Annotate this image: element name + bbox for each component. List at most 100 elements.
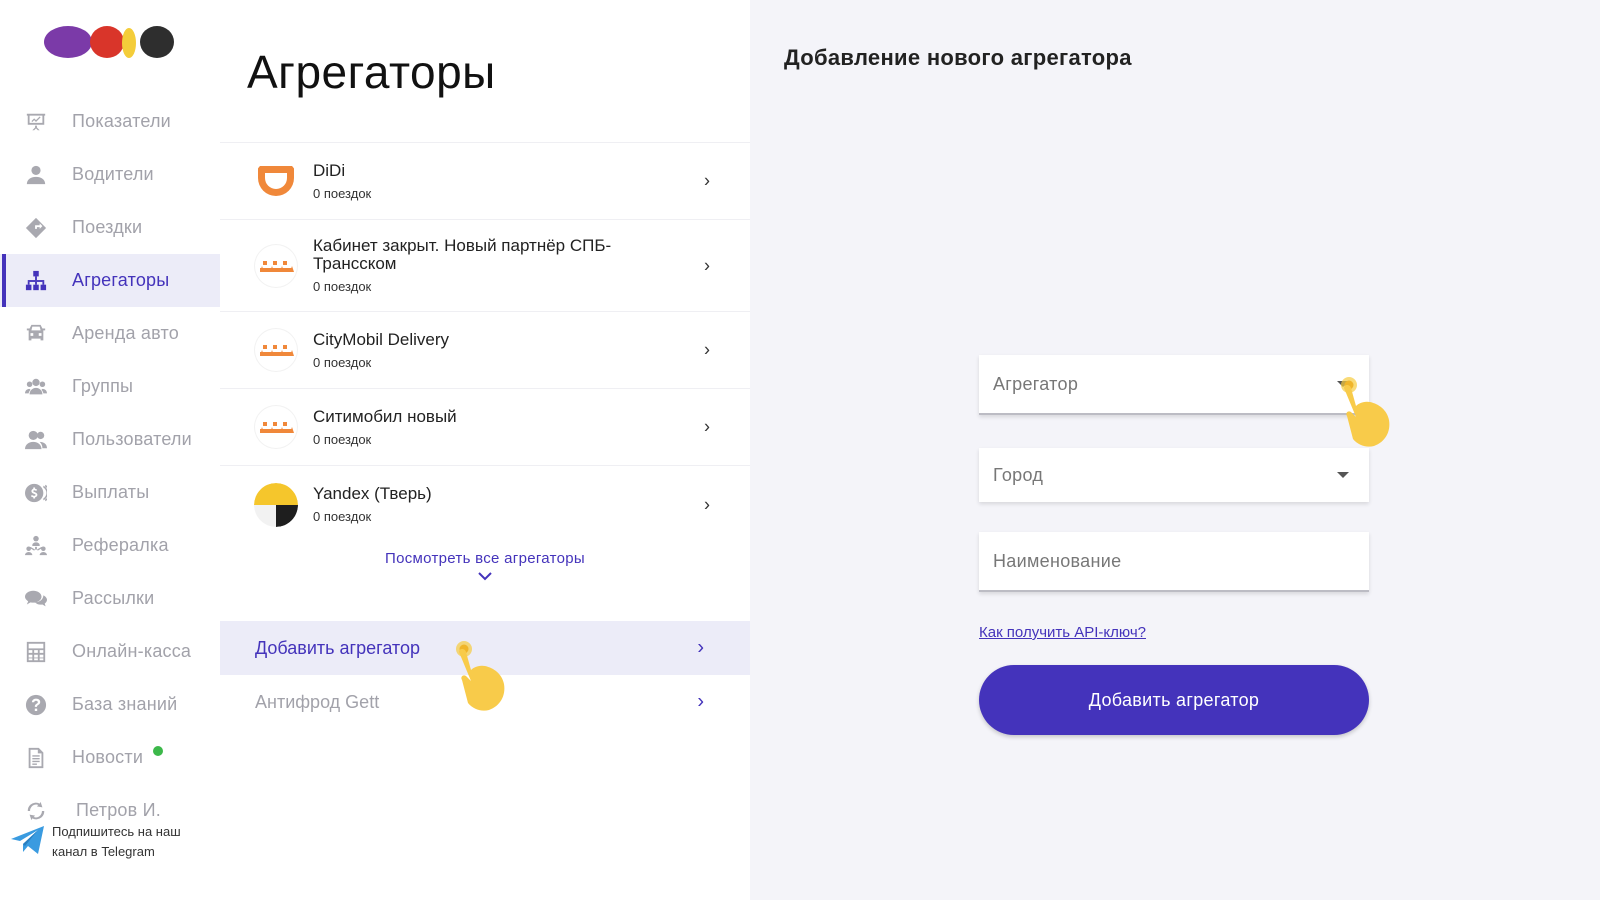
sidebar-item-users[interactable]: Пользователи xyxy=(0,413,220,466)
route-sign-icon xyxy=(24,216,48,240)
sidebar-item-label: Аренда авто xyxy=(72,323,179,343)
referral-icon xyxy=(24,534,48,558)
antifraud-gett-link[interactable]: Антифрод Gett › xyxy=(220,675,750,729)
sidebar-item-groups[interactable]: Группы xyxy=(0,360,220,413)
telegram-text: Подпишитесь на наш канал в Telegram xyxy=(52,822,181,862)
sidebar-item-indicators[interactable]: Показатели xyxy=(0,95,220,148)
aggregator-select[interactable]: Агрегатор xyxy=(979,355,1369,415)
refresh-icon xyxy=(24,799,48,823)
sidebar-item-label: Рефералка xyxy=(72,535,169,555)
sidebar-item-label: Водители xyxy=(72,164,154,184)
yandex-logo xyxy=(254,482,298,527)
citymobil-logo xyxy=(254,243,298,288)
sidebar-item-label: Поездки xyxy=(72,217,143,237)
user-name: Петров И. xyxy=(76,800,161,820)
sidebar-item-car-rental[interactable]: Аренда авто xyxy=(0,307,220,360)
aggregator-name: DiDi xyxy=(313,160,346,180)
telegram-icon xyxy=(11,826,44,854)
sidebar-item-mailings[interactable]: Рассылки xyxy=(0,572,220,625)
calculator-icon xyxy=(24,640,48,664)
telegram-line-2: канал в Telegram xyxy=(52,844,155,859)
car-icon xyxy=(24,322,48,346)
caret-down-icon xyxy=(1337,472,1349,478)
sidebar-item-knowledge-base[interactable]: База знаний xyxy=(0,678,220,731)
sidebar-item-online-cashbox[interactable]: Онлайн-касса xyxy=(0,625,220,678)
sidebar-item-label: Показатели xyxy=(72,111,171,131)
sidebar-item-label: Агрегаторы xyxy=(72,270,170,290)
user-icon xyxy=(24,163,48,187)
aggregator-trips: 0 поездок xyxy=(313,431,372,447)
page-title: Агрегаторы xyxy=(247,46,496,98)
aggregator-name: Ситимобил новый xyxy=(313,406,457,426)
question-icon xyxy=(24,693,48,717)
chevron-right-icon: › xyxy=(704,255,710,275)
sidebar-item-label: Рассылки xyxy=(72,588,155,608)
aggregator-info: DiDi 0 поездок xyxy=(313,160,673,201)
presentation-chart-icon xyxy=(24,110,48,134)
chevron-right-icon: › xyxy=(697,690,704,713)
sidebar-item-label: Пользователи xyxy=(72,429,192,449)
aggregator-info: Ситимобил новый 0 поездок xyxy=(313,406,673,447)
see-all-label: Посмотреть все агрегаторы xyxy=(385,550,585,567)
citymobil-logo xyxy=(254,328,298,372)
caret-down-icon xyxy=(1337,381,1349,387)
news-unread-dot xyxy=(153,746,163,756)
aggregator-list: DiDi 0 поездок › Кабинет закрыт. Новый п… xyxy=(220,142,750,543)
aggregator-row-didi[interactable]: DiDi 0 поездок › xyxy=(220,143,750,220)
app-logo[interactable] xyxy=(44,24,184,60)
add-aggregator-form-panel: Добавление нового агрегатора Агрегатор Г… xyxy=(750,0,1600,900)
chevron-down-icon xyxy=(478,572,492,581)
city-select[interactable]: Город xyxy=(979,448,1369,502)
sidebar-item-aggregators[interactable]: Агрегаторы xyxy=(0,254,220,307)
aggregator-row-citymobil-delivery[interactable]: CityMobil Delivery 0 поездок › xyxy=(220,312,750,389)
sidebar-item-trips[interactable]: Поездки xyxy=(0,201,220,254)
sidebar-item-label: Выплаты xyxy=(72,482,150,502)
chevron-right-icon: › xyxy=(704,416,710,437)
sidebar-item-drivers[interactable]: Водители xyxy=(0,148,220,201)
antifraud-label: Антифрод Gett xyxy=(255,691,380,712)
sidebar-item-label: Новости xyxy=(72,747,144,767)
hierarchy-icon xyxy=(24,269,48,293)
sidebar-item-label: Онлайн-касса xyxy=(72,641,192,661)
group-icon xyxy=(24,375,48,399)
aggregator-name: CityMobil Delivery xyxy=(313,329,450,349)
document-icon xyxy=(24,746,48,770)
name-input-placeholder: Наименование xyxy=(993,550,1122,571)
sidebar-item-label: Группы xyxy=(72,376,134,396)
sidebar-item-payouts[interactable]: Выплаты xyxy=(0,466,220,519)
sidebar-item-label: База знаний xyxy=(72,694,178,714)
aggregator-select-placeholder: Агрегатор xyxy=(993,373,1079,394)
form-title: Добавление нового агрегатора xyxy=(784,45,1132,70)
chat-bubbles-icon xyxy=(24,587,48,611)
aggregator-info: Кабинет закрыт. Новый партнёр СПБ-Трансс… xyxy=(313,236,673,295)
aggregator-trips: 0 поездок xyxy=(313,279,372,294)
sidebar-item-news[interactable]: Новости xyxy=(0,731,220,784)
didi-logo xyxy=(254,159,298,203)
aggregator-trips: 0 поездок xyxy=(313,509,372,524)
add-aggregator-label: Добавить агрегатор xyxy=(255,637,420,658)
aggregator-row-yandex-tver[interactable]: Yandex (Тверь) 0 поездок › xyxy=(220,466,750,543)
add-aggregator-link[interactable]: Добавить агрегатор › xyxy=(220,621,750,675)
chevron-right-icon: › xyxy=(704,494,710,514)
users-icon xyxy=(24,428,48,452)
aggregator-row-citymobil-new[interactable]: Ситимобил новый 0 поездок › xyxy=(220,389,750,466)
aggregator-info: Yandex (Тверь) 0 поездок xyxy=(313,484,673,525)
aggregator-name: Yandex (Тверь) xyxy=(313,484,432,503)
chevron-right-icon: › xyxy=(704,170,710,191)
aggregator-name: Кабинет закрыт. Новый партнёр СПБ-Трансс… xyxy=(313,236,612,273)
aggregator-trips: 0 поездок xyxy=(313,185,372,201)
sidebar: Показатели Водители Поездки Агрегаторы А… xyxy=(0,0,220,900)
see-all-aggregators-link[interactable]: Посмотреть все агрегаторы xyxy=(220,550,750,582)
dollar-coins-icon xyxy=(24,481,48,505)
telegram-line-1: Подпишитесь на наш xyxy=(52,824,181,839)
telegram-banner[interactable]: Подпишитесь на наш канал в Telegram xyxy=(10,822,215,862)
sidebar-item-referral[interactable]: Рефералка xyxy=(0,519,220,572)
city-select-placeholder: Город xyxy=(993,464,1044,485)
api-key-help-link[interactable]: Как получить API-ключ? xyxy=(979,624,1146,641)
aggregator-info: CityMobil Delivery 0 поездок xyxy=(313,329,673,370)
aggregator-row-spb-transscom[interactable]: Кабинет закрыт. Новый партнёр СПБ-Трансс… xyxy=(220,220,750,312)
chevron-right-icon: › xyxy=(704,339,710,360)
name-input[interactable]: Наименование xyxy=(979,532,1369,592)
add-aggregator-button[interactable]: Добавить агрегатор xyxy=(979,665,1369,735)
aggregators-panel: Агрегаторы DiDi 0 поездок › Кабинет закр… xyxy=(220,0,750,900)
